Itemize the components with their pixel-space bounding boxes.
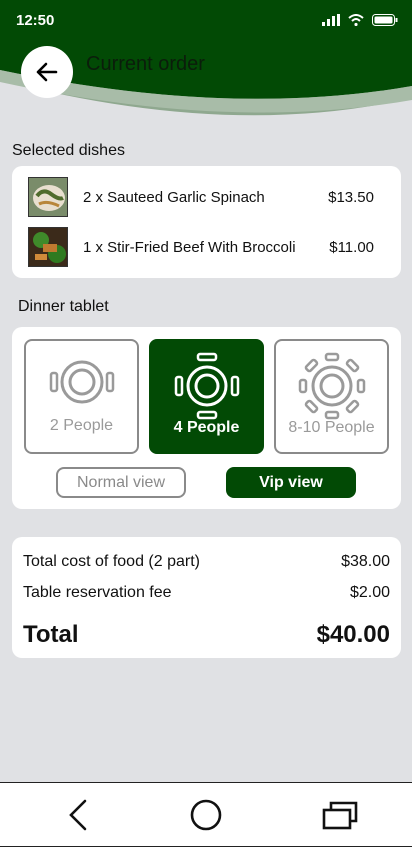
table-option-label: 8-10 People xyxy=(288,419,375,436)
status-bar: 12:50 xyxy=(16,12,398,32)
dish-name: 2 x Sauteed Garlic Spinach xyxy=(83,188,265,206)
arrow-left-icon xyxy=(36,62,58,82)
normal-view-button[interactable]: Normal view xyxy=(56,467,186,498)
table-8-seats-icon xyxy=(298,352,365,420)
reservation-fee-label: Table reservation fee xyxy=(23,584,172,601)
wifi-icon xyxy=(348,14,364,26)
status-icons xyxy=(322,14,398,26)
dish-price: $11.00 xyxy=(329,238,374,256)
nav-back-button[interactable] xyxy=(56,795,100,835)
food-cost-row: Total cost of food (2 part) $38.00 xyxy=(23,553,390,571)
battery-icon xyxy=(372,14,398,26)
back-button[interactable] xyxy=(21,46,73,98)
total-value: $40.00 xyxy=(316,621,390,648)
status-time: 12:50 xyxy=(16,12,55,29)
chevron-left-icon xyxy=(69,799,87,831)
summary-card: Total cost of food (2 part) $38.00 Table… xyxy=(12,537,401,658)
dish-thumbnail xyxy=(28,177,68,217)
dishes-card: 2 x Sauteed Garlic Spinach $13.50 1 x St… xyxy=(12,166,401,278)
table-card: 2 People 4 People 8-10 People Normal vie… xyxy=(12,327,401,509)
reservation-fee-value: $2.00 xyxy=(349,584,390,601)
food-cost-label: Total cost of food (2 part) xyxy=(23,553,200,570)
dish-price: $13.50 xyxy=(328,188,374,206)
food-cost-value: $38.00 xyxy=(341,553,390,570)
total-row: Total $40.00 xyxy=(23,621,390,649)
circle-home-icon xyxy=(190,799,222,831)
dish-thumbnail xyxy=(28,227,68,267)
dish-item[interactable]: 2 x Sauteed Garlic Spinach $13.50 xyxy=(28,177,374,217)
nav-home-button[interactable] xyxy=(184,795,228,835)
nav-recent-button[interactable] xyxy=(318,795,362,835)
table-2-seats-icon xyxy=(49,360,114,404)
recent-apps-icon xyxy=(322,801,358,830)
table-option-label: 2 People xyxy=(49,417,114,434)
vip-view-button[interactable]: Vip view xyxy=(226,467,356,498)
navigation-bar xyxy=(0,782,412,847)
reservation-fee-row: Table reservation fee $2.00 xyxy=(23,584,390,602)
dish-name: 1 x Stir-Fried Beef With Broccoli xyxy=(83,238,296,256)
dinner-table-label: Dinner tablet xyxy=(18,298,109,315)
table-option-8-10-people[interactable]: 8-10 People xyxy=(274,339,389,454)
page-title: Current order xyxy=(86,53,205,75)
dish-item[interactable]: 1 x Stir-Fried Beef With Broccoli $11.00 xyxy=(28,227,374,267)
total-label: Total xyxy=(23,621,79,648)
table-option-4-people[interactable]: 4 People xyxy=(149,339,264,454)
table-option-label: 4 People xyxy=(173,419,240,436)
signal-icon xyxy=(322,14,340,26)
table-4-seats-icon xyxy=(174,352,239,420)
table-option-2-people[interactable]: 2 People xyxy=(24,339,139,454)
selected-dishes-label: Selected dishes xyxy=(12,142,125,159)
